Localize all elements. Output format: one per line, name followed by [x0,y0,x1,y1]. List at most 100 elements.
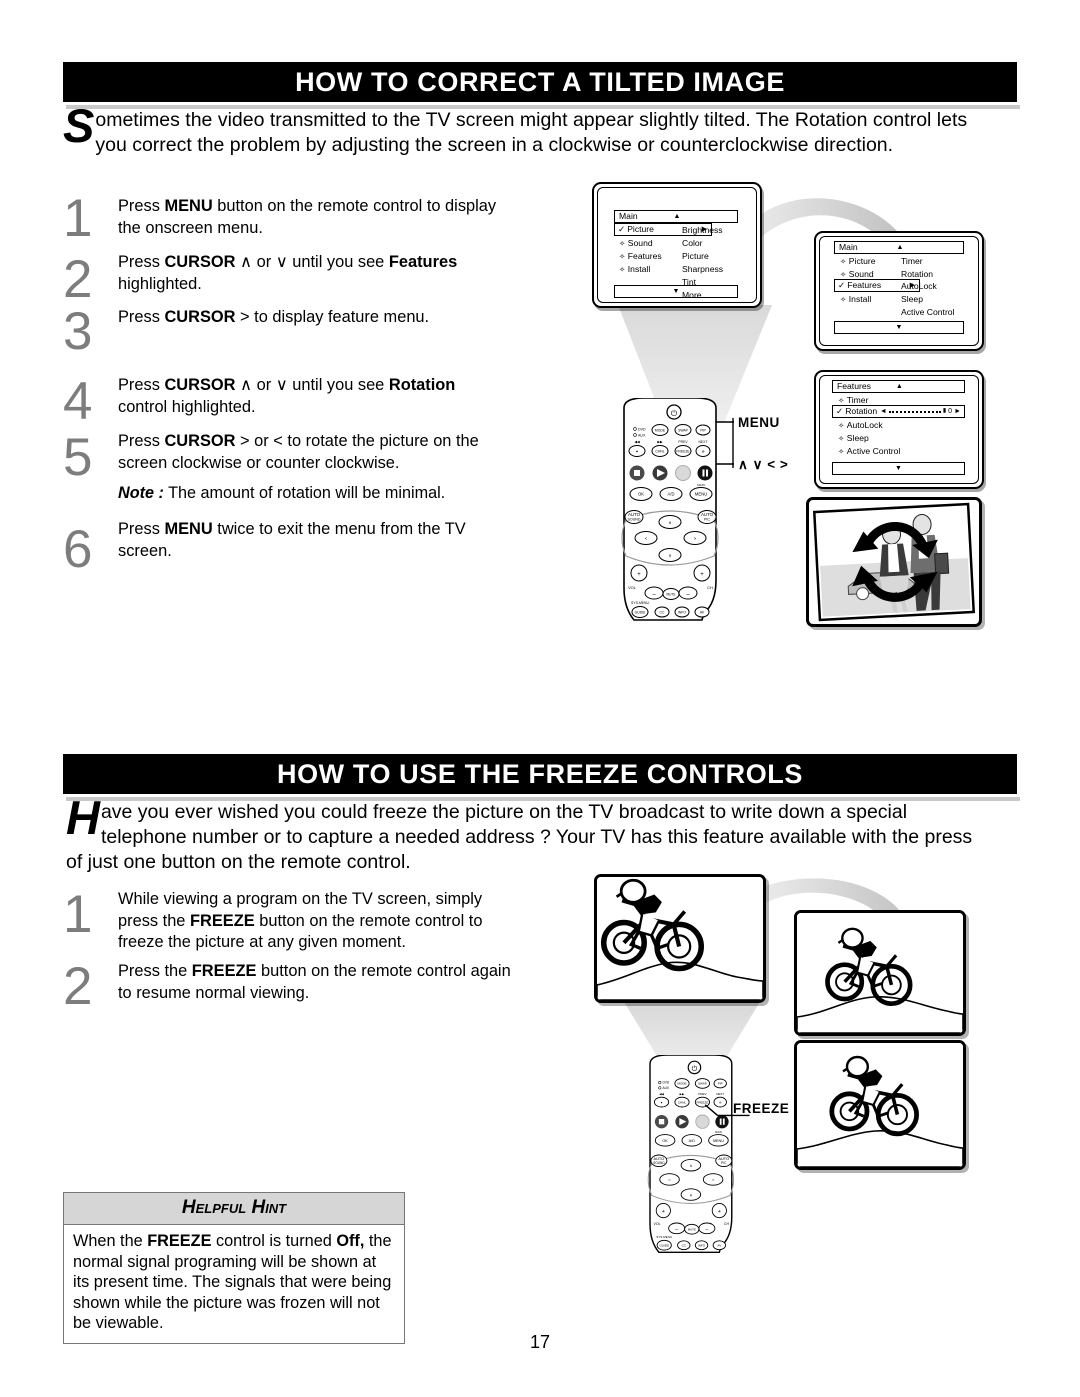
tv-picture-frozen-1 [794,910,966,1036]
slider-track[interactable] [888,410,941,413]
osd-title-row[interactable]: Features ▲ [832,380,965,393]
osd-submenu-item[interactable]: Rotation [901,269,933,280]
osd-scroll-down-row[interactable]: ▼ [614,285,738,298]
svg-text:+: + [637,572,641,578]
step-text-freeze-2: Press the FREEZE button on the remote co… [118,962,511,1002]
osd-bullet-icon: ✧ [838,447,845,456]
motocross-illustration-2 [797,913,963,1033]
osd-item-features[interactable]: ✧ Features [619,251,662,262]
osd-item-label: Picture [848,256,876,266]
svg-text:<: < [645,536,648,541]
tv-picture-rotation-illustration [806,497,982,627]
osd-item-label: Rotation [845,406,878,416]
svg-text:AV: AV [700,610,705,614]
osd-item-sleep[interactable]: ✧ Sleep [838,433,869,444]
intro-paragraph-freeze: Have you ever wished you could freeze th… [66,791,991,875]
svg-text:CH: CH [724,1222,730,1226]
step-number-freeze-1: 1 [63,885,93,944]
section-header-freeze-controls: HOW TO USE THE FREEZE CONTROLS [63,754,1017,794]
svg-text:NEXT: NEXT [698,440,707,444]
manual-page: HOW TO CORRECT A TILTED IMAGE Sometimes … [0,0,1080,1397]
svg-text:INFO: INFO [678,610,686,614]
osd-item-label: Features [627,251,662,261]
callout-freeze-label: FREEZE [733,1101,790,1116]
svg-text:▶▶: ▶▶ [680,1092,685,1096]
intro-paragraph-tilted: Sometimes the video transmitted to the T… [63,102,993,158]
svg-text:CC: CC [660,610,665,614]
svg-text:▶▶: ▶▶ [657,440,663,444]
osd-item-sound[interactable]: ✧ Sound [619,238,653,249]
remote-control-illustration-bottom: ⏻ DVD AUX MODE SWAP PIP ◀◀ ▶▶ PREV NEXT ⏺ CHNL… [647,1055,750,1254]
step-number-3: 3 [63,302,93,361]
slider-right-arrow-icon[interactable]: ► [954,406,961,417]
scroll-up-icon[interactable]: ▲ [896,381,903,392]
svg-text:MODE: MODE [677,1082,686,1086]
svg-text:MAIN: MAIN [715,1130,722,1134]
osd-submenu-item[interactable]: Timer [901,256,923,267]
osd-item-check: ✓ [618,224,626,234]
svg-text:PIP: PIP [718,1082,723,1086]
intro-text: ave you ever wished you could freeze the… [66,801,973,873]
osd-submenu-item[interactable]: Sleep [901,294,923,305]
osd-submenu-item[interactable]: Brightness [682,225,723,236]
svg-text:∧: ∧ [689,1163,692,1168]
svg-text:∨: ∨ [689,1192,692,1197]
step-text-1: Press MENU button on the remote control … [118,197,497,237]
rotation-illustration-svg [812,502,976,622]
step-number-4: 4 [63,372,93,431]
osd-item-autolock[interactable]: ✧ AutoLock [838,420,883,431]
osd-scroll-down-row[interactable]: ▼ [832,462,965,475]
osd-submenu-item[interactable]: AutoLock [901,281,937,292]
osd-item-picture[interactable]: ✧ Picture [840,256,876,267]
helpful-hint-title: Helpful Hint [64,1193,404,1225]
svg-text:MAIN: MAIN [697,483,705,487]
osd-item-label: Sleep [846,433,869,443]
osd-item-rotation[interactable]: ✓ Rotation ◄ ▮ 0 ► [832,405,965,418]
svg-text:SYS-MENU: SYS-MENU [631,601,649,605]
osd-bullet-icon: ✧ [838,434,845,443]
osd-item-label: Active Control [846,446,901,456]
rotation-slider[interactable]: ◄ ▮ 0 ► [880,406,961,417]
slider-left-arrow-icon[interactable]: ◄ [880,406,887,417]
svg-text:>: > [694,536,697,541]
svg-text:PIC: PIC [704,518,710,522]
svg-text:SYS-MENU: SYS-MENU [656,1235,672,1239]
osd-item-label: Install [627,264,651,274]
remote-control-illustration-top: ⏻ DVD AUX MODE SWAP PIP ◀◀ ▶▶ PREV NEXT ⏺ CHN… [621,398,734,621]
scroll-up-icon[interactable]: ▲ [896,242,903,253]
osd-item-active-control[interactable]: ✧ Active Control [838,446,900,457]
osd-menu-main-picture: Main ▲ ✓ Picture ▶ ✧ Sound ✧ Features ✧ … [592,182,762,308]
svg-text:MUTE: MUTE [666,593,675,597]
drop-cap: H [66,791,100,844]
step-number-2: 2 [63,250,93,309]
svg-text:MENU: MENU [695,492,707,497]
osd-submenu-item[interactable]: Color [682,238,703,249]
osd-submenu-item[interactable]: Active Control [901,307,955,318]
osd-submenu-item[interactable]: Picture [682,251,709,262]
osd-item-install[interactable]: ✧ Install [619,264,650,275]
svg-text:⏺: ⏺ [636,449,638,453]
osd-item-label: Picture [627,224,654,234]
scroll-up-icon[interactable]: ▲ [674,211,681,222]
osd-scroll-down-row[interactable]: ▼ [834,321,964,334]
svg-text:SWAP: SWAP [698,1082,707,1086]
slider-marker-icon: ▮ [942,408,947,414]
svg-text:AUTO: AUTO [628,512,641,517]
step-number-5: 5 [63,428,93,487]
svg-text:VOL: VOL [628,585,637,590]
osd-submenu-item[interactable]: Sharpness [682,264,723,275]
osd-title-row[interactable]: Main ▲ [614,210,738,223]
svg-text:OK: OK [638,492,644,497]
section-title: HOW TO USE THE FREEZE CONTROLS [276,759,804,789]
tv-picture-frozen-2 [794,1040,966,1170]
osd-item-install[interactable]: ✧ Install [840,294,871,305]
svg-text:+: + [662,1209,665,1215]
note-rotation: Note : The amount of rotation will be mi… [118,483,538,504]
step-text-freeze-1: While viewing a program on the TV screen… [118,890,483,951]
osd-item-label: AutoLock [846,420,883,430]
svg-text:AUX: AUX [662,1086,669,1090]
osd-title-row[interactable]: Main ▲ [834,241,964,254]
svg-text:CH: CH [707,585,713,590]
svg-text:⊛: ⊛ [702,449,705,453]
osd-menu-features-rotation: Features ▲ ✧ Timer ✓ Rotation ◄ ▮ 0 ► ✧ [814,370,984,489]
